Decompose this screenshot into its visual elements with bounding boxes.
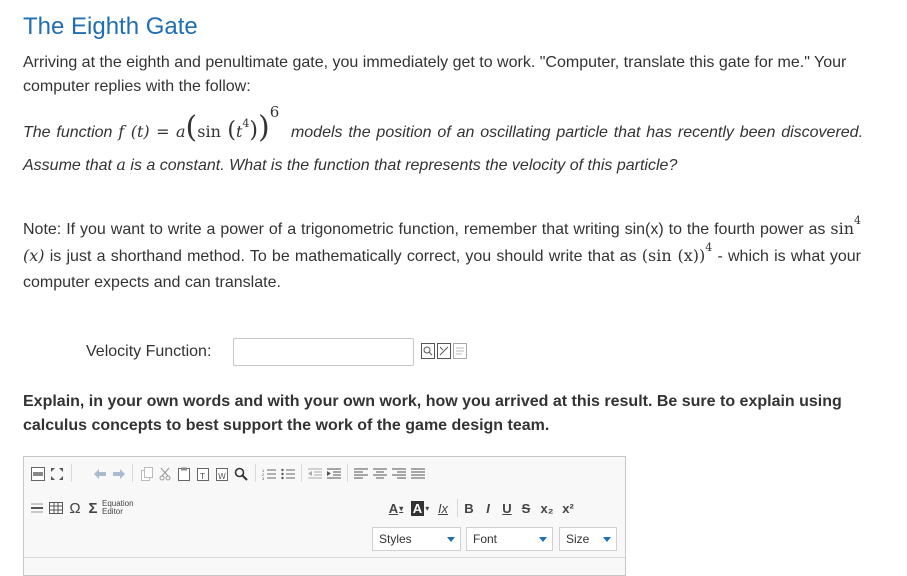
toolbar-row-1: T W 123 xyxy=(24,459,625,487)
svg-text:T: T xyxy=(199,472,205,481)
strikethrough-button[interactable]: S xyxy=(519,498,533,518)
subscript-button[interactable]: x₂ xyxy=(538,498,556,518)
styles-dropdown[interactable]: Styles xyxy=(372,527,461,551)
font-color-caret-icon: ▾ xyxy=(399,503,404,513)
source-icon[interactable] xyxy=(30,464,46,484)
table-icon[interactable] xyxy=(48,498,64,518)
font-dropdown[interactable]: Font xyxy=(466,527,553,551)
short-arg: (x) xyxy=(23,246,45,265)
size-label: Size xyxy=(566,532,590,546)
align-justify-icon[interactable] xyxy=(410,464,426,484)
italic-button[interactable]: I xyxy=(481,498,495,518)
explain-prompt: Explain, in your own words and with your… xyxy=(23,393,842,434)
note-text: Note: If you want to write a power of a … xyxy=(23,214,861,296)
page-title: The Eighth Gate xyxy=(23,13,198,40)
function-lhs: f (t) = a xyxy=(118,122,186,141)
copy-icon[interactable] xyxy=(140,464,154,484)
styles-caret-icon xyxy=(447,537,455,542)
paste-text-icon[interactable]: T xyxy=(196,464,210,484)
find-icon[interactable] xyxy=(233,464,249,484)
outdent-icon[interactable] xyxy=(307,464,323,484)
long-exponent: 4 xyxy=(705,241,713,254)
problem-tail2: is a constant. What is the function that… xyxy=(130,157,678,174)
superscript-button[interactable]: x² xyxy=(559,498,577,518)
maximize-icon[interactable] xyxy=(49,464,65,484)
align-center-icon[interactable] xyxy=(372,464,388,484)
velocity-function-label: Velocity Function: xyxy=(86,343,212,360)
svg-text:3: 3 xyxy=(262,476,265,480)
undo-icon[interactable] xyxy=(92,464,108,484)
formula-help-icon[interactable] xyxy=(453,343,467,359)
rich-text-editor: T W 123 Ω Σ Equation Editor A ▾ A ▾ Ix B… xyxy=(23,456,626,576)
equation-editor-line2: Editor xyxy=(102,507,123,516)
note-part1: Note: If you want to write a power of a … xyxy=(23,221,826,238)
special-char-button[interactable]: Ω xyxy=(68,498,82,518)
bg-color-button[interactable]: A ▾ xyxy=(410,498,430,518)
toolbar-row-3: Styles Font Size xyxy=(24,527,625,555)
font-color-label: A xyxy=(388,500,399,516)
styles-label: Styles xyxy=(379,532,412,546)
font-caret-icon xyxy=(539,537,547,542)
toolbar-row-2: Ω Σ Equation Editor A ▾ A ▾ Ix B I U S x₂ … xyxy=(24,494,625,522)
problem-statement: The function f (t) = a(sin (t4))6 models… xyxy=(23,103,863,182)
numbered-list-icon[interactable]: 123 xyxy=(261,464,277,484)
font-label: Font xyxy=(473,532,498,546)
sin-short: sin xyxy=(830,219,854,238)
bulleted-list-icon[interactable] xyxy=(280,464,296,484)
velocity-function-input[interactable] xyxy=(233,338,414,366)
underline-button[interactable]: U xyxy=(500,498,514,518)
short-exponent: 4 xyxy=(854,214,861,227)
bg-color-caret-icon: ▾ xyxy=(425,503,430,513)
horizontal-rule-icon[interactable] xyxy=(30,498,44,518)
remove-format-button[interactable]: Ix xyxy=(434,498,452,518)
bold-button[interactable]: B xyxy=(462,498,476,518)
redo-icon[interactable] xyxy=(111,464,127,484)
sin-text: sin xyxy=(197,122,221,141)
editor-body-border xyxy=(24,557,625,558)
paste-icon[interactable] xyxy=(177,464,191,484)
sigma-button[interactable]: Σ xyxy=(86,498,100,518)
size-caret-icon xyxy=(603,537,611,542)
align-right-icon[interactable] xyxy=(391,464,407,484)
paste-word-icon[interactable]: W xyxy=(215,464,229,484)
formula-preview-icon[interactable] xyxy=(421,343,435,359)
align-left-icon[interactable] xyxy=(353,464,369,484)
outer-exponent: 6 xyxy=(269,103,280,121)
cut-icon[interactable] xyxy=(158,464,172,484)
constant-a: a xyxy=(116,155,126,174)
bg-color-label: A xyxy=(410,500,425,516)
velocity-tools xyxy=(421,343,467,359)
size-dropdown[interactable]: Size xyxy=(559,527,617,551)
font-color-button[interactable]: A ▾ xyxy=(386,498,406,518)
formula-edit-icon[interactable] xyxy=(437,343,451,359)
function-formula: f (t) = a(sin (t4))6 xyxy=(118,103,280,145)
long-form: (sin (x)) xyxy=(641,246,706,265)
svg-text:W: W xyxy=(218,472,226,481)
problem-lead: The function xyxy=(23,124,113,141)
equation-editor-button[interactable]: Equation Editor xyxy=(102,498,136,518)
note-part2: is just a shorthand method. To be mathem… xyxy=(49,248,637,265)
indent-icon[interactable] xyxy=(326,464,342,484)
sin-longform: (sin (x))4 xyxy=(641,242,712,265)
intro-text: Arriving at the eighth and penultimate g… xyxy=(23,54,847,95)
